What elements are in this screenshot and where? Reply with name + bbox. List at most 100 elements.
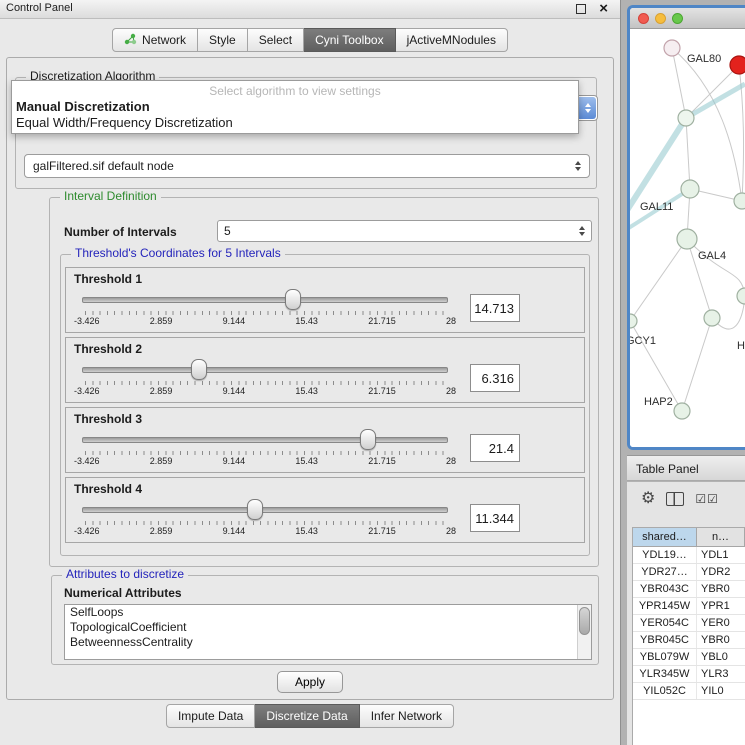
tab-select[interactable]: Select <box>248 28 304 52</box>
network-tab-icon <box>124 33 137 48</box>
slider-track[interactable] <box>82 297 448 303</box>
bottom-tabbar: Impute Data Discretize Data Infer Networ… <box>0 704 620 728</box>
tab-jactivemnodules[interactable]: jActiveMNodules <box>396 28 508 52</box>
network-view-window: GAL80 GAL11 GAL4 GCY1 HAP2 H <box>627 5 745 450</box>
attributes-list: SelfLoopsTopologicalCoefficientBetweenne… <box>64 604 592 660</box>
slider-scale-labels: -3.426 2.859 9.144 15.43 21.715 28 <box>74 456 456 466</box>
spinner-stepper-icon[interactable] <box>579 226 585 236</box>
columns-icon[interactable] <box>666 492 684 506</box>
slider-track[interactable] <box>82 507 448 513</box>
slider-thumb[interactable] <box>247 499 263 520</box>
close-icon[interactable]: × <box>599 0 608 17</box>
threshold-slider[interactable]: -3.426 2.859 9.144 15.43 21.715 28 <box>74 287 456 329</box>
network-graph[interactable] <box>630 29 745 448</box>
slider-thumb[interactable] <box>360 429 376 450</box>
attribute-list-item[interactable]: SelfLoops <box>65 605 591 620</box>
mac-close-icon[interactable] <box>638 13 649 24</box>
interval-definition-title: Interval Definition <box>60 190 161 203</box>
control-panel-window: Control Panel × Network Style Select Cyn… <box>0 0 621 745</box>
threshold-value-field[interactable]: 11.344 <box>470 504 520 532</box>
table-panel: ⚙ ☑☑ shared… n… YDL19… YDL1 YDR27… <box>627 482 745 745</box>
table-row[interactable]: YLR345W YLR3 <box>633 666 745 683</box>
slider-track[interactable] <box>82 367 448 373</box>
table-row[interactable]: YBL079W YBL0 <box>633 649 745 666</box>
slider-thumb[interactable] <box>285 289 301 310</box>
network-canvas[interactable]: GAL80 GAL11 GAL4 GCY1 HAP2 H <box>630 29 745 448</box>
attributes-group: Attributes to discretize Numerical Attri… <box>51 575 599 665</box>
popup-header: Select algorithm to view settings <box>12 81 578 98</box>
attributes-scrollbar[interactable] <box>577 605 591 659</box>
table-row[interactable]: YDR27… YDR2 <box>633 564 745 581</box>
threshold-slider[interactable]: -3.426 2.859 9.144 15.43 21.715 28 <box>74 497 456 539</box>
tab-cyni-toolbox[interactable]: Cyni Toolbox <box>304 28 395 52</box>
column-header-shared-name[interactable]: shared… <box>633 528 697 547</box>
top-tabbar: Network Style Select Cyni Toolbox jActiv… <box>0 28 620 52</box>
interval-definition-group: Interval Definition Number of Intervals … <box>49 197 599 567</box>
mac-minimize-icon[interactable] <box>655 13 666 24</box>
threshold-panel: Threshold 4 -3.426 2.859 9.144 <box>65 477 585 543</box>
table-row[interactable]: YER054C YER0 <box>633 615 745 632</box>
combobox-stepper-icon <box>575 161 581 171</box>
table-data-combobox[interactable]: galFiltered.sif default node <box>24 154 590 178</box>
cyni-content-panel: Discretization Algorithm Table Data galF… <box>6 57 614 700</box>
float-window-icon[interactable] <box>576 4 586 14</box>
table-data-value: galFiltered.sif default node <box>33 159 174 173</box>
table-header-row: shared… n… <box>633 528 745 547</box>
thresholds-group: Threshold's Coordinates for 5 Intervals … <box>60 254 590 556</box>
threshold-value-field[interactable]: 14.713 <box>470 294 520 322</box>
threshold-label: Threshold 4 <box>74 482 576 496</box>
slider-scale-labels: -3.426 2.859 9.144 15.43 21.715 28 <box>74 386 456 396</box>
slider-thumb[interactable] <box>191 359 207 380</box>
popup-option-equal-width-frequency[interactable]: Equal Width/Frequency Discretization <box>12 114 578 130</box>
threshold-slider[interactable]: -3.426 2.859 9.144 15.43 21.715 28 <box>74 357 456 399</box>
node-label: GAL4 <box>698 250 726 262</box>
table-row[interactable]: YIL052C YIL0 <box>633 683 745 700</box>
table-panel-titlebar: Table Panel <box>627 455 745 481</box>
threshold-label: Threshold 2 <box>74 342 576 356</box>
mac-zoom-icon[interactable] <box>672 13 683 24</box>
node-label: GAL80 <box>687 53 721 65</box>
apply-button[interactable]: Apply <box>277 671 343 693</box>
threshold-panel: Threshold 1 -3.426 2.859 9.144 <box>65 267 585 333</box>
select-columns-icons[interactable]: ☑☑ <box>695 492 719 506</box>
tab-discretize-data[interactable]: Discretize Data <box>255 704 359 728</box>
window-title: Control Panel <box>6 2 73 14</box>
slider-track[interactable] <box>82 437 448 443</box>
table-row[interactable]: YBR045C YBR0 <box>633 632 745 649</box>
table-row[interactable]: YPR145W YPR1 <box>633 598 745 615</box>
attribute-list-item[interactable]: TopologicalCoefficient <box>65 620 591 635</box>
node-label: H <box>737 340 745 352</box>
threshold-label: Threshold 1 <box>74 272 576 286</box>
threshold-label: Threshold 3 <box>74 412 576 426</box>
gear-icon[interactable]: ⚙ <box>641 491 655 507</box>
scrollbar-thumb[interactable] <box>579 607 590 635</box>
tab-infer-network[interactable]: Infer Network <box>360 704 454 728</box>
tab-network[interactable]: Network <box>112 28 198 52</box>
node-label: GCY1 <box>627 335 656 347</box>
node-label: GAL11 <box>640 201 673 213</box>
node-label: HAP2 <box>644 396 673 408</box>
node-table: shared… n… YDL19… YDL1 YDR27… YDR2 <box>632 527 745 745</box>
attribute-list-item[interactable]: BetweennessCentrality <box>65 635 591 650</box>
popup-option-manual-discretization[interactable]: Manual Discretization <box>12 98 578 114</box>
attributes-title: Attributes to discretize <box>62 568 188 581</box>
slider-tick-ruler <box>85 381 445 385</box>
slider-tick-ruler <box>85 311 445 315</box>
threshold-panel: Threshold 3 -3.426 2.859 9.144 <box>65 407 585 473</box>
threshold-value-field[interactable]: 21.4 <box>470 434 520 462</box>
combobox-stepper-icon[interactable] <box>579 97 596 119</box>
table-row[interactable]: YDL19… YDL1 <box>633 547 745 564</box>
screenshot-root: Control Panel × Network Style Select Cyn… <box>0 0 745 745</box>
tab-impute-data[interactable]: Impute Data <box>166 704 255 728</box>
numerical-attributes-label: Numerical Attributes <box>64 586 182 600</box>
number-of-intervals-label: Number of Intervals <box>64 225 177 239</box>
tab-style[interactable]: Style <box>198 28 248 52</box>
number-of-intervals-spinner[interactable]: 5 <box>217 220 592 242</box>
slider-tick-ruler <box>85 521 445 525</box>
control-panel-titlebar: Control Panel × <box>0 0 620 19</box>
threshold-slider[interactable]: -3.426 2.859 9.144 15.43 21.715 28 <box>74 427 456 469</box>
column-header-name[interactable]: n… <box>697 528 745 547</box>
table-row[interactable]: YBR043C YBR0 <box>633 581 745 598</box>
algorithm-dropdown-popup: Select algorithm to view settings Manual… <box>11 80 579 134</box>
threshold-value-field[interactable]: 6.316 <box>470 364 520 392</box>
